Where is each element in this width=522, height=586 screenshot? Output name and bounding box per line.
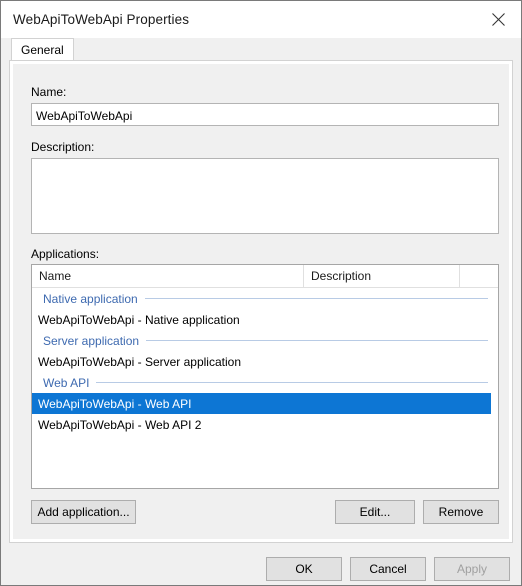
description-label: Description: [31, 140, 95, 154]
tab-general[interactable]: General [11, 38, 74, 60]
table-row[interactable]: WebApiToWebApi - Server application [32, 351, 498, 372]
ok-button[interactable]: OK [266, 557, 342, 581]
list-column-headers: Name Description [32, 265, 498, 288]
close-icon [491, 13, 505, 26]
apply-button: Apply [434, 557, 510, 581]
column-header-name[interactable]: Name [32, 265, 304, 288]
tab-general-label: General [21, 42, 64, 57]
window-title: WebApiToWebApi Properties [13, 12, 190, 27]
table-row-selected[interactable]: WebApiToWebApi - Web API [32, 393, 491, 414]
ok-label: OK [295, 562, 313, 576]
list-item-name: WebApiToWebApi - Native application [38, 312, 240, 327]
group-header-native[interactable]: Native application [32, 288, 498, 309]
cancel-label: Cancel [369, 562, 407, 576]
properties-dialog: WebApiToWebApi Properties General Name: … [0, 0, 522, 586]
add-application-button[interactable]: Add application... [31, 500, 136, 524]
group-header-server-label: Server application [43, 333, 140, 348]
dialog-footer: OK Cancel Apply [1, 543, 521, 585]
list-body: Native application WebApiToWebApi - Nati… [32, 288, 498, 435]
group-header-native-label: Native application [43, 291, 138, 306]
close-button[interactable] [475, 1, 521, 38]
apply-label: Apply [456, 562, 488, 576]
table-row[interactable]: WebApiToWebApi - Native application [32, 309, 498, 330]
remove-label: Remove [438, 505, 484, 519]
list-item-name: WebApiToWebApi - Server application [38, 354, 241, 369]
group-header-server[interactable]: Server application [32, 330, 498, 351]
cancel-button[interactable]: Cancel [350, 557, 426, 581]
tab-panel-content: Name: Description: Applications: Name De… [13, 64, 509, 539]
column-header-description[interactable]: Description [304, 265, 460, 288]
group-header-webapi-label: Web API [43, 375, 90, 390]
tab-panel-general: Name: Description: Applications: Name De… [9, 60, 513, 543]
applications-list[interactable]: Name Description Native application WebA… [31, 264, 499, 489]
edit-button[interactable]: Edit... [335, 500, 415, 524]
name-label: Name: [31, 85, 67, 99]
group-header-rule [144, 298, 488, 299]
list-item-name: WebApiToWebApi - Web API [38, 396, 192, 411]
group-header-rule [96, 382, 488, 383]
add-application-label: Add application... [37, 505, 130, 519]
column-header-extra[interactable] [460, 265, 498, 288]
edit-label: Edit... [359, 505, 391, 519]
tab-strip: General [1, 38, 521, 60]
name-input[interactable] [31, 103, 499, 126]
list-item-name: WebApiToWebApi - Web API 2 [38, 417, 202, 432]
table-row[interactable]: WebApiToWebApi - Web API 2 [32, 414, 498, 435]
remove-button[interactable]: Remove [423, 500, 499, 524]
group-header-rule [146, 340, 488, 341]
title-bar: WebApiToWebApi Properties [1, 1, 521, 38]
applications-label: Applications: [31, 247, 100, 261]
description-input[interactable] [31, 158, 499, 234]
group-header-webapi[interactable]: Web API [32, 372, 498, 393]
